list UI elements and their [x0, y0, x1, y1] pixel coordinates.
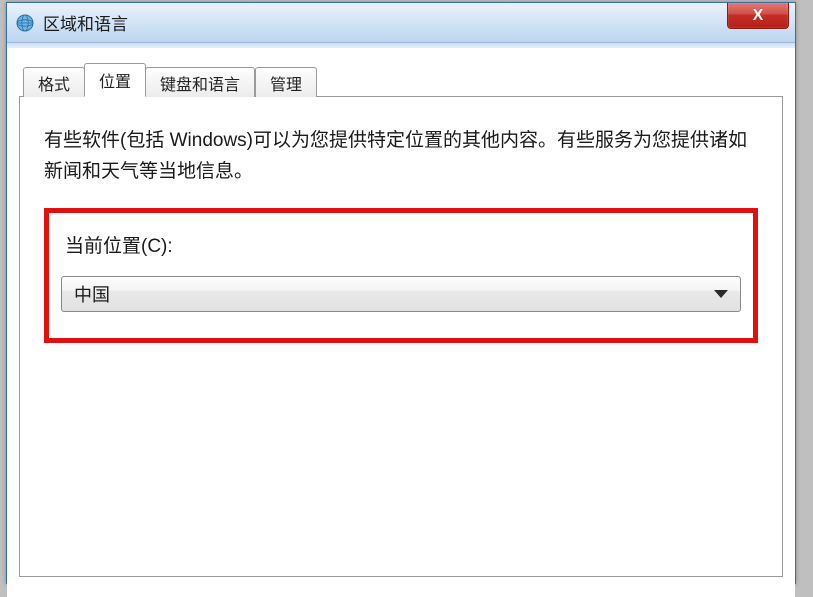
- tab-admin[interactable]: 管理: [255, 67, 317, 97]
- globe-icon: [15, 13, 35, 33]
- tab-panel-location: 有些软件(包括 Windows)可以为您提供特定位置的其他内容。有些服务为您提供…: [19, 96, 783, 577]
- tab-label: 位置: [99, 68, 131, 92]
- close-icon: X: [753, 7, 764, 25]
- current-location-label: 当前位置(C):: [61, 231, 741, 258]
- region-language-window: 区域和语言 X 格式 位置 键盘和语言 管理 有些软件(包括 Windows)可…: [6, 2, 796, 584]
- titlebar[interactable]: 区域和语言 X: [7, 3, 795, 43]
- highlight-box: 当前位置(C): 中国: [44, 208, 758, 343]
- tab-keyboard-language[interactable]: 键盘和语言: [145, 67, 255, 97]
- current-location-dropdown[interactable]: 中国: [61, 276, 741, 312]
- client-area: 格式 位置 键盘和语言 管理 有些软件(包括 Windows)可以为您提供特定位…: [7, 62, 795, 597]
- tab-format[interactable]: 格式: [23, 67, 85, 97]
- tab-label: 格式: [38, 71, 70, 95]
- close-button[interactable]: X: [727, 3, 789, 29]
- chevron-down-icon: [714, 290, 728, 298]
- dropdown-value: 中国: [74, 281, 110, 307]
- location-description: 有些软件(包括 Windows)可以为您提供特定位置的其他内容。有些服务为您提供…: [44, 125, 758, 188]
- tab-label: 键盘和语言: [160, 71, 240, 95]
- tab-location[interactable]: 位置: [84, 63, 146, 97]
- tabs-row: 格式 位置 键盘和语言 管理: [7, 62, 795, 96]
- tab-label: 管理: [270, 71, 302, 95]
- window-title: 区域和语言: [43, 10, 128, 35]
- client-top-strip: [7, 43, 795, 48]
